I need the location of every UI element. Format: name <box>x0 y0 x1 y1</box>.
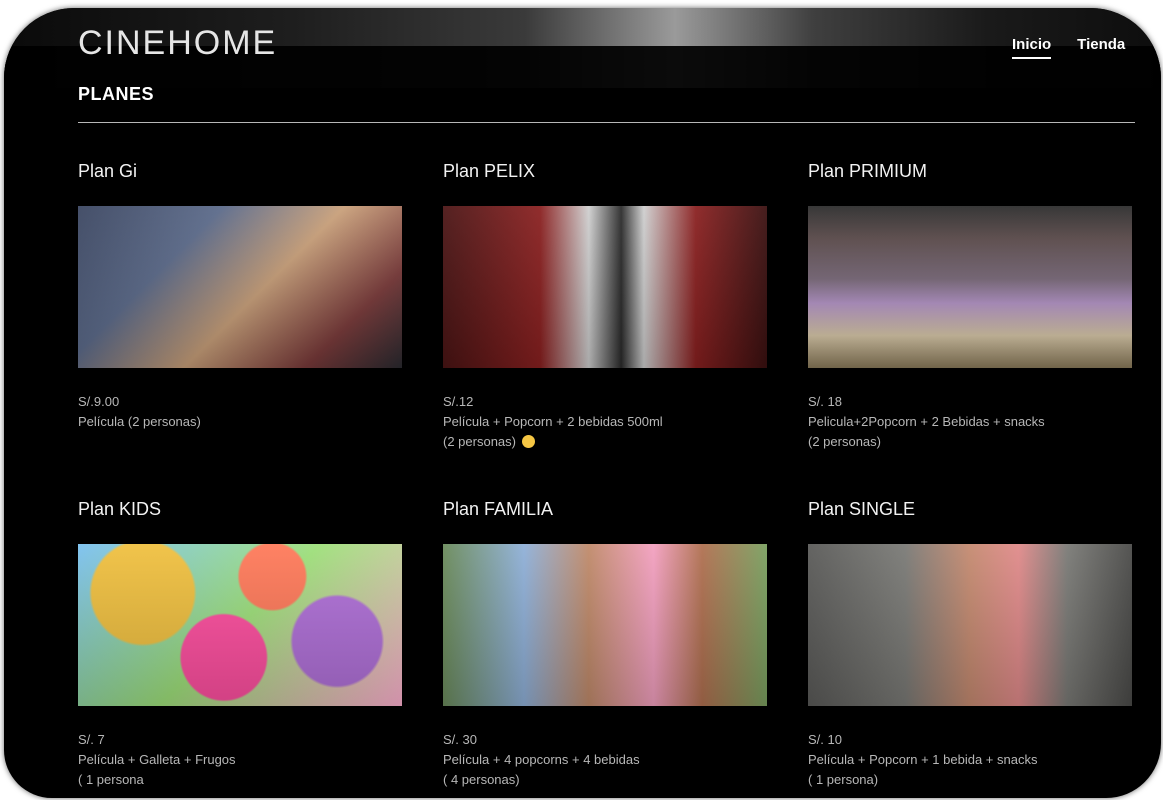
plan-price: S/.12 <box>443 394 474 409</box>
plan-image-kids[interactable] <box>78 544 402 706</box>
plan-price: S/. 30 <box>443 732 477 747</box>
plan-price: S/. 10 <box>808 732 842 747</box>
plan-desc-line2: ( 1 persona) <box>808 772 879 787</box>
plan-price: S/. 18 <box>808 394 842 409</box>
main-nav: Inicio Tienda <box>1012 36 1125 59</box>
plan-title: Plan PELIX <box>443 161 536 181</box>
nav-item-inicio[interactable]: Inicio <box>1012 36 1052 59</box>
site-logo[interactable]: CINEHOME <box>78 24 277 63</box>
plan-title: Plan KIDS <box>78 499 162 519</box>
plan-title: Plan Gi <box>78 161 138 181</box>
plan-price: S/. 7 <box>78 732 105 747</box>
plan-desc: Película + Popcorn + 2 bebidas 500ml <box>443 414 663 429</box>
plan-price: S/.9.00 <box>78 394 120 409</box>
plan-desc-line2: ( 4 personas) <box>443 772 520 787</box>
plan-image-familia[interactable] <box>443 544 767 706</box>
plan-desc-line2: (2 personas) <box>808 434 881 449</box>
plan-title: Plan FAMILIA <box>443 499 554 519</box>
plan-desc: Película + Popcorn + 1 bebida + snacks <box>808 752 1038 767</box>
plan-image-gi[interactable] <box>78 206 402 368</box>
plan-desc-line2: ( 1 persona <box>78 772 144 787</box>
smiling-face-icon <box>521 435 535 448</box>
plan-desc: Película (2 personas) <box>78 414 201 429</box>
plan-people: (2 personas) <box>443 434 516 449</box>
plan-card-familia: Plan FAMILIA S/. 30 Película + 4 popcorn… <box>443 499 767 790</box>
plan-desc: Película + 4 popcorns + 4 bebidas <box>443 752 640 767</box>
plan-card-primium: Plan PRIMIUM S/. 18 Pelicula+2Popcorn + … <box>808 161 1132 452</box>
plan-card-pelix: Plan PELIX S/.12 Película + Popcorn + 2 … <box>443 161 767 452</box>
section-divider <box>78 122 1135 123</box>
plan-desc-line2: (2 personas) <box>443 432 767 452</box>
section-title: PLANES <box>78 84 155 104</box>
plan-title: Plan SINGLE <box>808 499 916 519</box>
plan-image-primium[interactable] <box>808 206 1132 368</box>
plan-card-kids: Plan KIDS S/. 7 Película + Galleta + Fru… <box>78 499 402 790</box>
plan-desc: Pelicula+2Popcorn + 2 Bebidas + snacks <box>808 414 1045 429</box>
plan-image-single[interactable] <box>808 544 1132 706</box>
browser-frame: CINEHOME Inicio Tienda PLANES Plan Gi S/… <box>4 8 1161 798</box>
plan-image-pelix[interactable] <box>443 206 767 368</box>
plan-desc: Película + Galleta + Frugos <box>78 752 236 767</box>
plan-card-gi: Plan Gi S/.9.00 Película (2 personas) <box>78 161 402 432</box>
nav-item-tienda[interactable]: Tienda <box>1077 36 1125 59</box>
plan-card-single: Plan SINGLE S/. 10 Película + Popcorn + … <box>808 499 1132 790</box>
plan-title: Plan PRIMIUM <box>808 161 928 181</box>
